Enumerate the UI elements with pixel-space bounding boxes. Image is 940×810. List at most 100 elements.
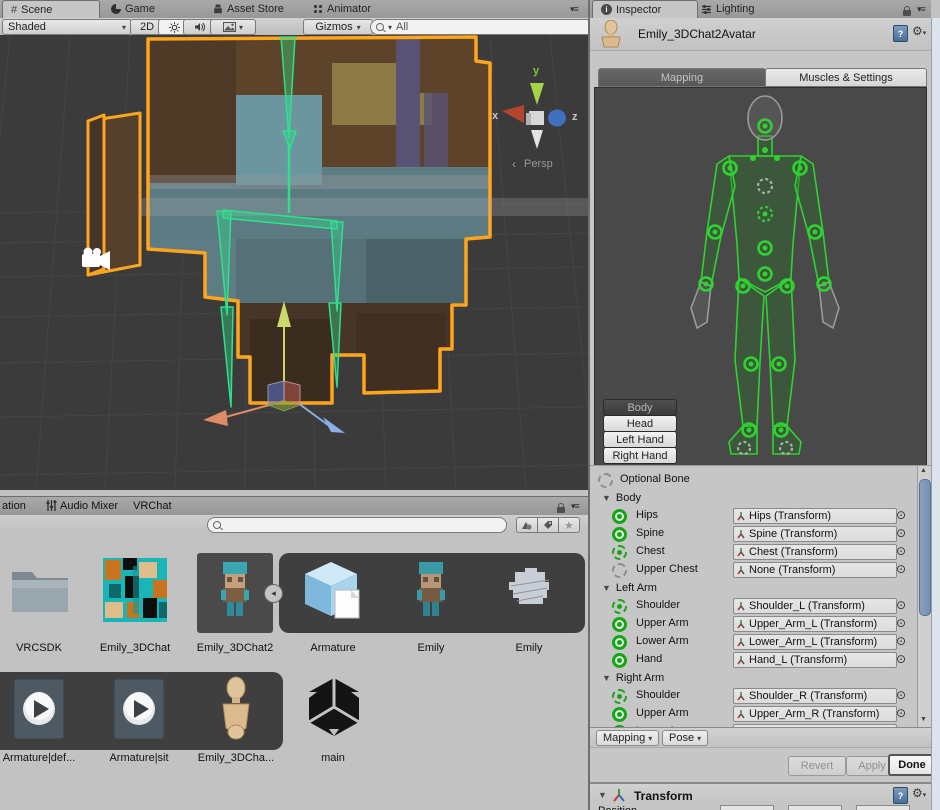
- avatar-part-button-left-hand[interactable]: Left Hand: [603, 431, 677, 448]
- filter-by-type-button[interactable]: [516, 517, 538, 533]
- position-z-field[interactable]: [856, 805, 910, 810]
- object-picker-icon[interactable]: ⊙: [896, 598, 906, 612]
- asset-label: Emily: [515, 642, 543, 654]
- help-book-icon[interactable]: ?: [893, 787, 908, 804]
- asset-armature-prefab[interactable]: [301, 558, 365, 622]
- shading-mode-dropdown[interactable]: Shaded ▾: [2, 19, 132, 35]
- gizmos-dropdown[interactable]: Gizmos ▾: [303, 19, 373, 35]
- bone-object-field[interactable]: Shoulder_R (Transform): [733, 688, 897, 704]
- avatar-mapping-diagram[interactable]: Body Head Left Hand Right Hand: [594, 87, 927, 467]
- tab-game[interactable]: Game: [103, 0, 163, 18]
- project-search-input[interactable]: [207, 517, 507, 533]
- bone-object-field[interactable]: None (Transform): [733, 562, 897, 578]
- bone-group-right-arm[interactable]: ▼ Right Arm: [590, 669, 917, 687]
- object-picker-icon[interactable]: ⊙: [896, 706, 906, 720]
- asset-label: VRCSDK: [16, 642, 62, 654]
- tab-asset-store[interactable]: Asset Store: [205, 0, 292, 18]
- tab-animator-label: Animator: [327, 3, 372, 15]
- asset-main-scene[interactable]: [305, 676, 363, 740]
- bone-object-field[interactable]: Spine (Transform): [733, 526, 897, 542]
- object-picker-icon[interactable]: ⊙: [896, 634, 906, 648]
- tab-inspector-label: Inspector: [616, 3, 662, 16]
- gear-icon[interactable]: ⚙▾: [912, 24, 926, 38]
- object-picker-icon[interactable]: ⊙: [896, 544, 906, 558]
- favorites-button[interactable]: ★: [559, 517, 580, 533]
- project-lock-icon[interactable]: [557, 503, 565, 513]
- object-picker-icon[interactable]: ⊙: [896, 616, 906, 630]
- object-picker-icon[interactable]: ⊙: [896, 562, 906, 576]
- pose-menu-button[interactable]: Pose ▾: [662, 730, 709, 746]
- object-picker-icon[interactable]: ⊙: [896, 688, 906, 702]
- done-button[interactable]: Done: [888, 754, 936, 776]
- scene-panel-menu-icon[interactable]: ▾≡: [570, 4, 579, 15]
- avatar-part-button-body[interactable]: Body: [603, 399, 677, 416]
- object-picker-icon[interactable]: ⊙: [896, 508, 906, 522]
- scene-search-input[interactable]: ▾ All: [370, 19, 594, 35]
- project-panel-menu-icon[interactable]: ▾≡: [571, 501, 580, 512]
- avatar-part-button-right-hand[interactable]: Right Hand: [603, 447, 677, 464]
- transform-axis-icon: [737, 602, 745, 611]
- bone-object-field[interactable]: Upper_Arm_R (Transform): [733, 706, 897, 722]
- bone-object-value: Upper_Arm_L (Transform): [749, 618, 878, 630]
- subasset-expander-button[interactable]: ◂: [264, 584, 283, 603]
- asset-emily-3dchat-texture[interactable]: [103, 558, 167, 622]
- scroll-up-arrow[interactable]: ▲: [920, 467, 927, 474]
- asset-label: Emily_3DCha...: [197, 752, 275, 764]
- inspector-lock-icon[interactable]: [903, 6, 911, 16]
- bone-object-field[interactable]: Chest (Transform): [733, 544, 897, 560]
- revert-button[interactable]: Revert: [788, 756, 846, 776]
- asset-emily-model[interactable]: [399, 558, 463, 622]
- bone-group-body[interactable]: ▼ Body: [590, 489, 917, 507]
- tab-inspector[interactable]: i Inspector: [592, 0, 698, 18]
- avatar-part-button-head[interactable]: Head: [603, 415, 677, 432]
- scene-viewport[interactable]: y x z ‹ Persp: [0, 35, 590, 490]
- bone-object-field[interactable]: Hips (Transform): [733, 508, 897, 524]
- asset-emily-3dchat2-model[interactable]: [203, 558, 267, 622]
- foldout-icon[interactable]: ▼: [598, 790, 607, 800]
- bone-state-icon: [612, 563, 627, 578]
- gear-icon[interactable]: ⚙▾: [912, 786, 926, 800]
- tab-mapping[interactable]: Mapping: [598, 68, 766, 87]
- tab-animation[interactable]: ation: [2, 500, 26, 512]
- bone-object-field[interactable]: Upper_Arm_L (Transform): [733, 616, 897, 632]
- revert-label: Revert: [800, 760, 834, 772]
- bone-group-left-arm[interactable]: ▼ Left Arm: [590, 579, 917, 597]
- asset-vrcsdk[interactable]: [8, 558, 72, 622]
- bone-object-field[interactable]: Lower_Arm_L (Transform): [733, 634, 897, 650]
- position-x-field[interactable]: [720, 805, 774, 810]
- bone-name: Hand: [636, 653, 663, 665]
- bone-object-value: Shoulder_L (Transform): [749, 600, 865, 612]
- tab-scene[interactable]: # Scene: [2, 0, 100, 18]
- transform-component-header[interactable]: ▼ Transform ? ⚙▾: [590, 782, 931, 806]
- asset-armature-default-clip[interactable]: [13, 678, 65, 740]
- inspector-info-icon: i: [601, 4, 612, 15]
- inspector-panel-menu-icon[interactable]: ▾≡: [917, 4, 926, 15]
- bone-name: Shoulder: [636, 599, 681, 611]
- filter-by-label-button[interactable]: [538, 517, 559, 533]
- mapping-menu-button[interactable]: Mapping ▾: [596, 730, 660, 746]
- left-hand-button-label: Left Hand: [616, 433, 664, 446]
- scrollbar-thumb[interactable]: [919, 479, 931, 616]
- asset-emily-mesh[interactable]: [497, 558, 561, 622]
- persp-icon[interactable]: ‹: [512, 157, 516, 171]
- persp-label[interactable]: Persp: [524, 158, 553, 170]
- asset-armature-sit-clip[interactable]: [113, 678, 165, 740]
- bone-object-value: Hand_L (Transform): [749, 654, 848, 666]
- bone-object-field[interactable]: Hand_L (Transform): [733, 652, 897, 668]
- object-picker-icon[interactable]: ⊙: [896, 526, 906, 540]
- tab-animator[interactable]: Animator: [305, 0, 379, 18]
- help-book-icon[interactable]: ?: [893, 25, 908, 42]
- object-picker-icon[interactable]: ⊙: [896, 652, 906, 666]
- asset-emily-avatar[interactable]: [213, 676, 259, 742]
- scroll-down-arrow[interactable]: ▼: [920, 716, 927, 723]
- head-button-label: Head: [626, 417, 654, 430]
- tab-vrchat[interactable]: VRChat: [133, 500, 172, 512]
- tab-audio-mixer[interactable]: Audio Mixer: [60, 500, 118, 512]
- position-y-field[interactable]: [788, 805, 842, 810]
- bone-object-field[interactable]: Shoulder_L (Transform): [733, 598, 897, 614]
- inspector-scrollbar[interactable]: [931, 18, 940, 810]
- tab-muscles-settings[interactable]: Muscles & Settings: [765, 68, 927, 87]
- tab-lighting[interactable]: Lighting: [693, 0, 763, 18]
- effects-dropdown-button[interactable]: ▾: [210, 19, 256, 35]
- transform-axis-icon: [737, 620, 745, 629]
